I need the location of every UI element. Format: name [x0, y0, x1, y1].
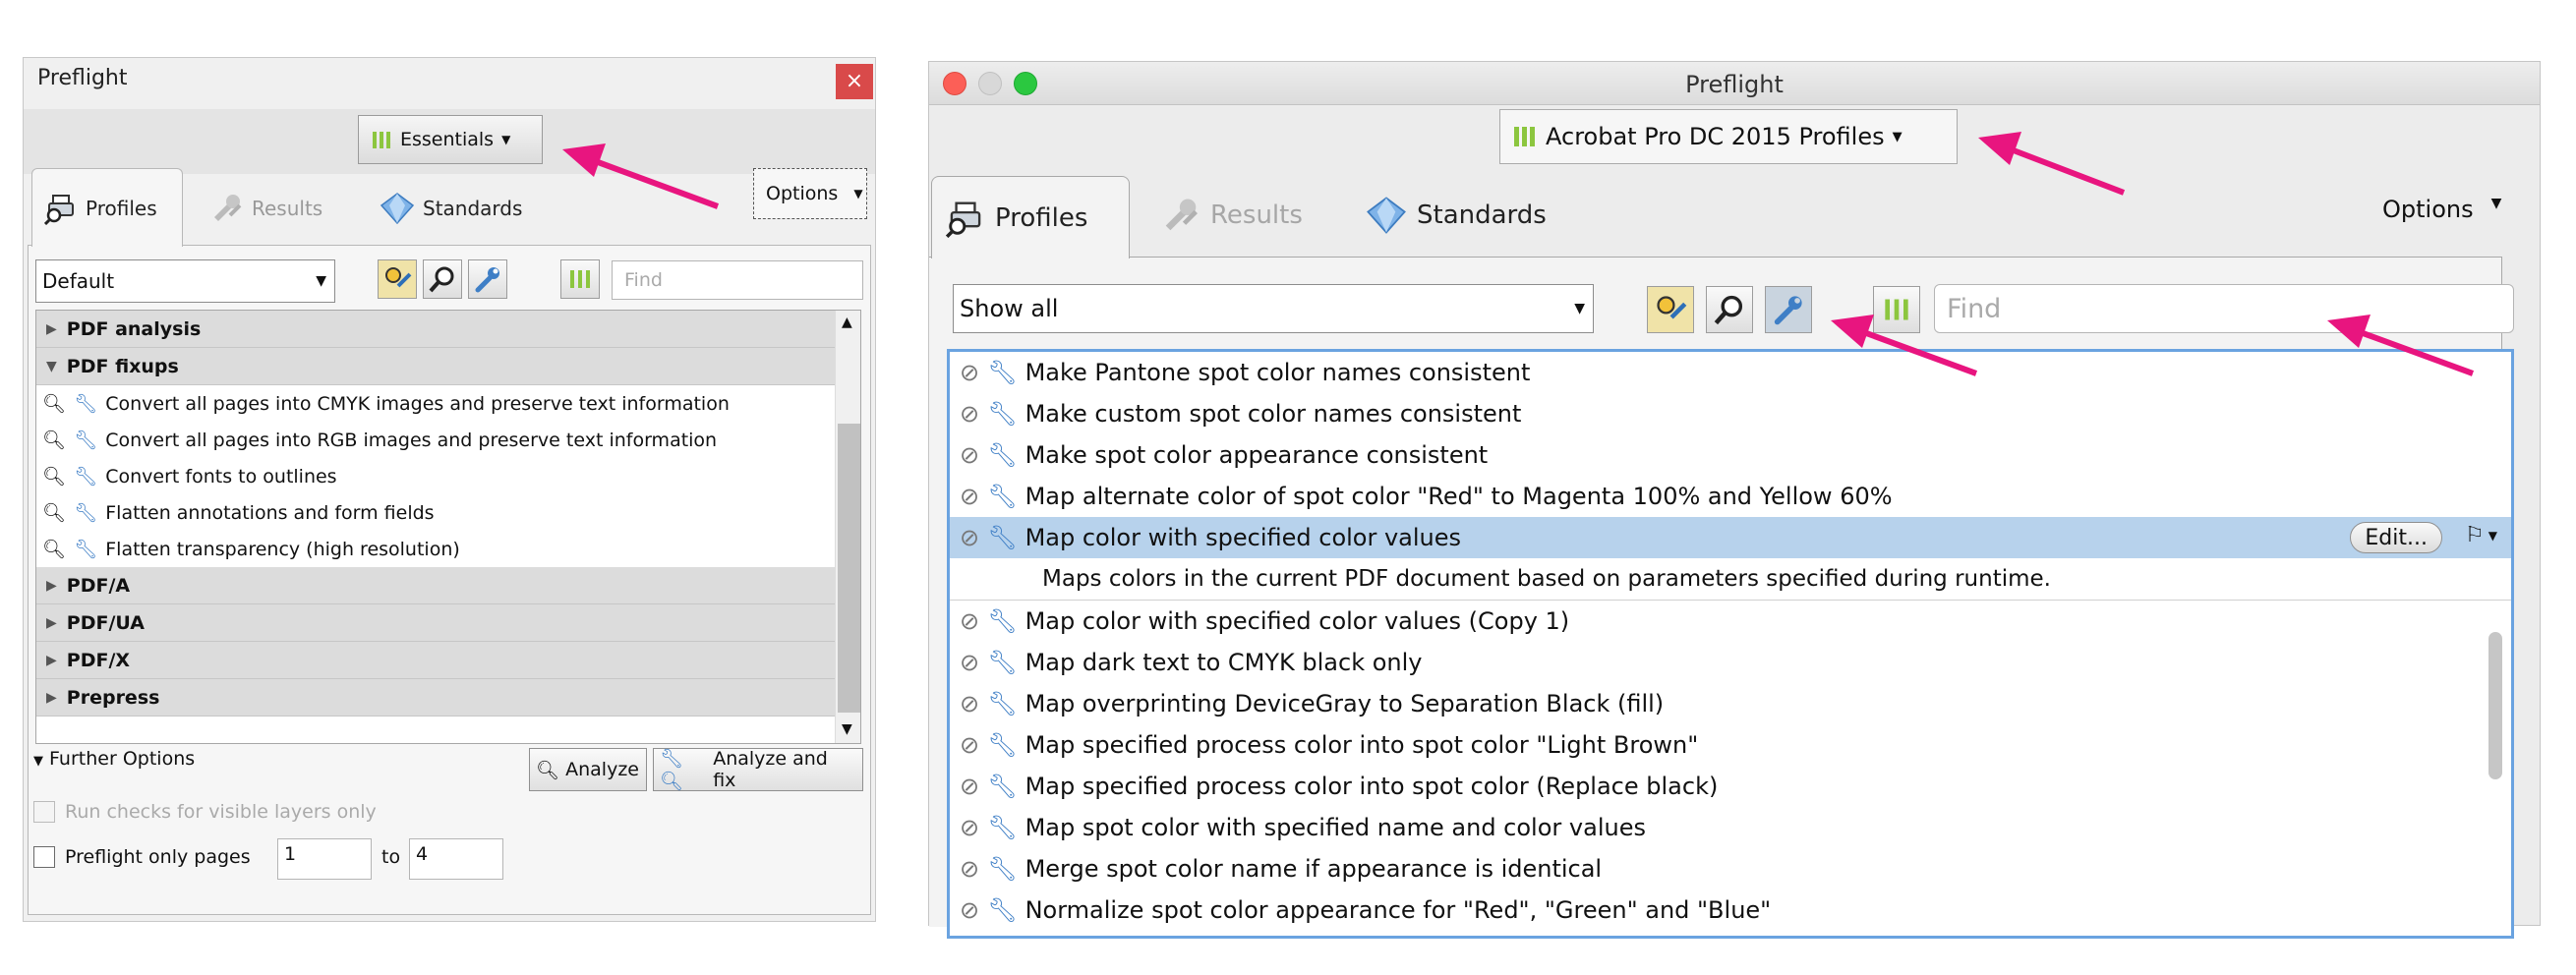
annotation-arrows	[562, 132, 2475, 376]
arrow-find-field-icon	[2353, 327, 2475, 376]
arrow-essentials-icon	[588, 156, 720, 209]
arrow-fixups-button-icon	[1856, 327, 1978, 376]
arrow-profile-library-icon	[2004, 144, 2126, 196]
